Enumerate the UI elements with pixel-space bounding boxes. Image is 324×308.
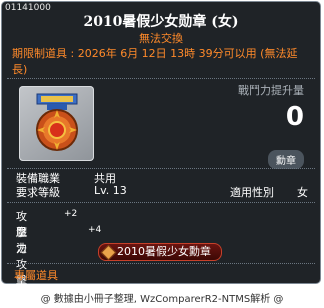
gem-icon bbox=[100, 244, 117, 261]
item-title: 2010暑假少女勋章 (女) bbox=[83, 14, 239, 30]
combat-power-label: 戰鬥力提升量 bbox=[238, 84, 304, 97]
stat-value: +2 bbox=[64, 209, 78, 219]
item-icon-frame bbox=[19, 86, 94, 161]
level-value: Lv. 13 bbox=[94, 184, 127, 197]
level-label: 要求等級 bbox=[16, 186, 60, 199]
divider bbox=[7, 263, 315, 264]
medal-banner-text: 2010暑假少女勳章 bbox=[117, 245, 211, 258]
footer-credit: @ 數據由小冊子整理, WzComparerR2-NTMS解析 @ bbox=[40, 294, 284, 305]
combat-power-value: 0 bbox=[285, 102, 304, 132]
exclusive-item-label: 專屬道具 bbox=[14, 269, 58, 282]
item-tooltip: 01141000 2010暑假少女勋章 (女) 無法交換 期限制道具 : 202… bbox=[1, 1, 321, 303]
expiry-notice: 期限制道具 : 2026年 6月 12日 13時 39分可以用 (無法延長) bbox=[12, 47, 298, 76]
gender-value: 女 bbox=[297, 186, 308, 199]
medal-category-tag: 勳章 bbox=[268, 150, 304, 169]
divider bbox=[7, 202, 315, 203]
medal-icon bbox=[36, 93, 78, 151]
medal-title-banner: 2010暑假少女勳章 bbox=[98, 243, 222, 261]
divider bbox=[7, 78, 315, 79]
untradable-label: 無法交換 bbox=[139, 32, 183, 45]
divider bbox=[7, 168, 315, 169]
stat-value: +4 bbox=[88, 225, 102, 235]
gender-label: 適用性別 bbox=[230, 186, 274, 199]
